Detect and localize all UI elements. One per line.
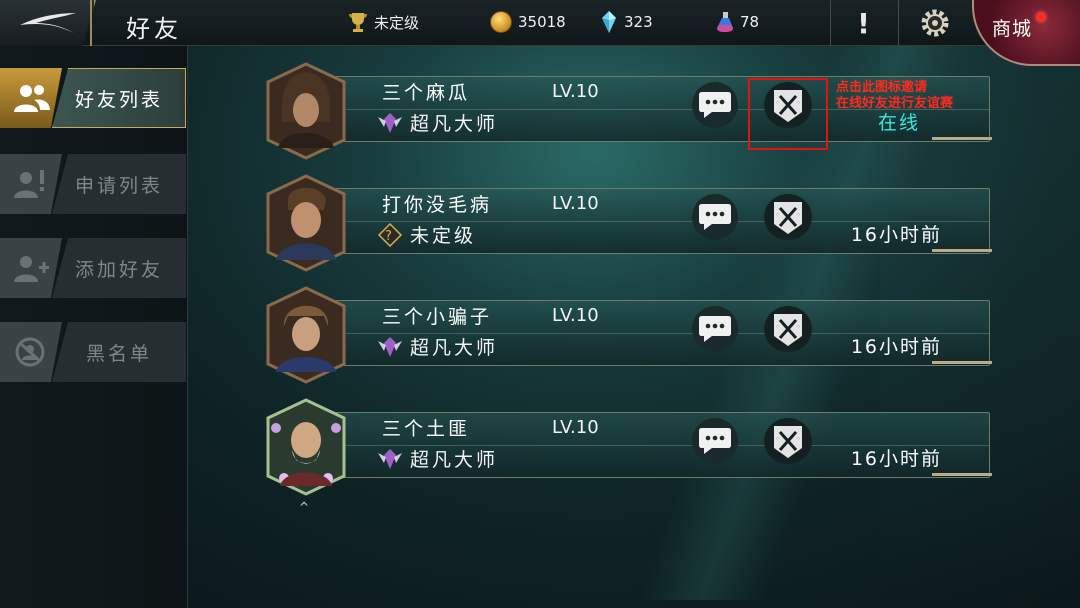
friend-row: 三个土匪 LV.10 超凡大师 16小时前 (264, 398, 992, 496)
friends-icon (14, 85, 50, 112)
friend-status: 16小时前 (850, 224, 942, 246)
crossed-swords-icon (774, 426, 802, 458)
friend-rank: 超凡大师 (376, 109, 498, 136)
trophy-icon (349, 13, 367, 32)
gem-display: 323 (600, 10, 653, 34)
annotation-highlight-box (748, 78, 828, 150)
gem-icon (602, 11, 616, 33)
shop-label: 商城 (992, 18, 1033, 40)
notification-button[interactable]: ! (830, 0, 896, 46)
tab-label: 申请列表 (52, 154, 186, 214)
master-rank-icon (378, 448, 402, 469)
exclamation-icon: ! (857, 6, 870, 40)
gold-coin-icon (490, 11, 512, 33)
chat-button[interactable] (692, 418, 738, 464)
potion-amount: 78 (740, 13, 760, 31)
friend-rank-text: 超凡大师 (410, 337, 499, 359)
annotation-line-2: 在线好友进行友谊赛 (836, 96, 954, 111)
blocked-icon (15, 337, 45, 367)
master-rank-icon (378, 112, 402, 133)
friend-request-icon (14, 170, 44, 198)
friend-rank-text: 超凡大师 (410, 449, 499, 471)
friend-name: 打你没毛病 (382, 194, 493, 216)
crossed-swords-icon (774, 314, 802, 346)
friend-row: 三个小骗子 LV.10 超凡大师 16小时前 (264, 286, 992, 384)
gold-display: 35018 (490, 10, 566, 34)
shop-button[interactable]: 商城 (972, 0, 1080, 66)
chat-bubble-icon (699, 316, 731, 342)
friend-name: 三个麻瓜 (382, 82, 471, 104)
tab-label: 添加好友 (52, 238, 186, 298)
friend-rank: 超凡大师 (376, 333, 498, 360)
avatar-warrior (266, 174, 346, 272)
page-title: 好友 (126, 15, 182, 43)
svg-text:?: ? (385, 229, 395, 244)
tab-friend-list[interactable]: 好友列表 (0, 68, 186, 128)
avatar-swordsman (266, 286, 346, 384)
friend-level: LV.10 (552, 417, 599, 438)
crossed-swords-icon (774, 202, 802, 234)
rank-text: 未定级 (374, 13, 420, 32)
friend-status: 16小时前 (850, 336, 942, 358)
invite-duel-button[interactable] (764, 194, 812, 240)
chat-bubble-icon (699, 204, 731, 230)
gold-amount: 35018 (518, 13, 566, 31)
sidebar: 好友列表 申请列表 添加好友 黑名单 (0, 46, 188, 608)
avatar-old-monk (266, 398, 346, 496)
annotation-text: 点击此图标邀请 在线好友进行友谊赛 (836, 80, 953, 112)
shop-notification-dot (1036, 12, 1046, 22)
tab-blacklist[interactable]: 黑名单 (0, 322, 186, 382)
potion-icon (717, 12, 733, 32)
chat-button[interactable] (692, 82, 738, 128)
friend-rank-text: 未定级 (410, 225, 477, 247)
invite-duel-button[interactable] (764, 418, 812, 464)
tab-label: 好友列表 (52, 68, 186, 128)
friend-row: 打你没毛病 LV.10 ? 未定级 16小时前 (264, 174, 992, 272)
back-arrow-icon (20, 13, 76, 33)
back-button[interactable] (0, 0, 96, 46)
friend-name: 三个土匪 (382, 418, 471, 440)
settings-button[interactable] (898, 0, 970, 46)
rank-display: 未定级 (348, 10, 419, 34)
top-bar: 好友 未定级 35018 323 78 ! (0, 0, 1080, 46)
chat-button[interactable] (692, 194, 738, 240)
friend-rank: 超凡大师 (376, 445, 498, 472)
gem-amount: 323 (624, 13, 653, 31)
tab-label: 黑名单 (52, 322, 186, 382)
avatar-hooded (266, 62, 346, 160)
tab-add-friend[interactable]: 添加好友 (0, 238, 186, 298)
invite-duel-button[interactable] (764, 306, 812, 352)
master-rank-icon (378, 336, 402, 357)
friend-level: LV.10 (552, 305, 599, 326)
scroll-up-indicator-icon: ^ (299, 500, 310, 514)
chat-button[interactable] (692, 306, 738, 352)
gear-icon (921, 9, 948, 37)
unranked-icon: ? (377, 222, 403, 247)
chat-bubble-icon (699, 428, 731, 454)
friend-rank-text: 超凡大师 (410, 113, 499, 135)
potion-display: 78 (716, 10, 759, 34)
chat-bubble-icon (699, 92, 731, 118)
friend-status: 16小时前 (850, 448, 942, 470)
friend-name: 三个小骗子 (382, 306, 493, 328)
tab-request-list[interactable]: 申请列表 (0, 154, 186, 214)
annotation-line-1: 点击此图标邀请 (836, 80, 928, 95)
add-friend-icon (14, 256, 49, 282)
friend-level: LV.10 (552, 81, 599, 102)
friend-rank: ? 未定级 (376, 221, 476, 248)
friend-status: 在线 (877, 112, 920, 134)
friend-level: LV.10 (552, 193, 599, 214)
